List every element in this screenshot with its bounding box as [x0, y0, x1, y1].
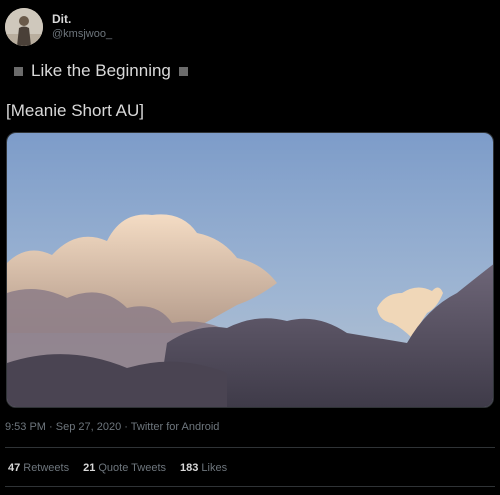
tweet-text-line-1: Like the Beginning — [14, 61, 188, 81]
retweets-count: 47 — [8, 462, 21, 474]
square-glyph-icon — [178, 66, 188, 76]
likes-label: Likes — [201, 462, 228, 474]
tweet-photo[interactable] — [6, 132, 494, 408]
likes-count: 183 — [180, 462, 199, 474]
retweets-label: Retweets — [23, 462, 70, 474]
author-display-name[interactable]: Dit. — [52, 12, 71, 26]
author-handle[interactable]: @kmsjwoo_ — [52, 28, 112, 40]
tweet-timestamp[interactable]: 9:53 PM · Sep 27, 2020 · Twitter for And… — [5, 421, 219, 433]
likes-stat[interactable]: 183 Likes — [180, 462, 227, 474]
quote-tweets-stat[interactable]: 21 Quote Tweets — [83, 462, 166, 474]
engagement-stats: 47 Retweets 21 Quote Tweets 183 Likes — [8, 462, 227, 474]
quote-tweets-count: 21 — [83, 462, 96, 474]
tweet-title-text: Like the Beginning — [31, 61, 171, 80]
tweet-text-line-2: [Meanie Short AU] — [6, 101, 144, 120]
quote-tweets-label: Quote Tweets — [98, 462, 167, 474]
divider — [5, 486, 495, 487]
author-avatar[interactable] — [5, 8, 43, 46]
square-glyph-icon — [14, 66, 23, 76]
retweets-stat[interactable]: 47 Retweets — [8, 462, 69, 474]
divider — [5, 447, 495, 448]
